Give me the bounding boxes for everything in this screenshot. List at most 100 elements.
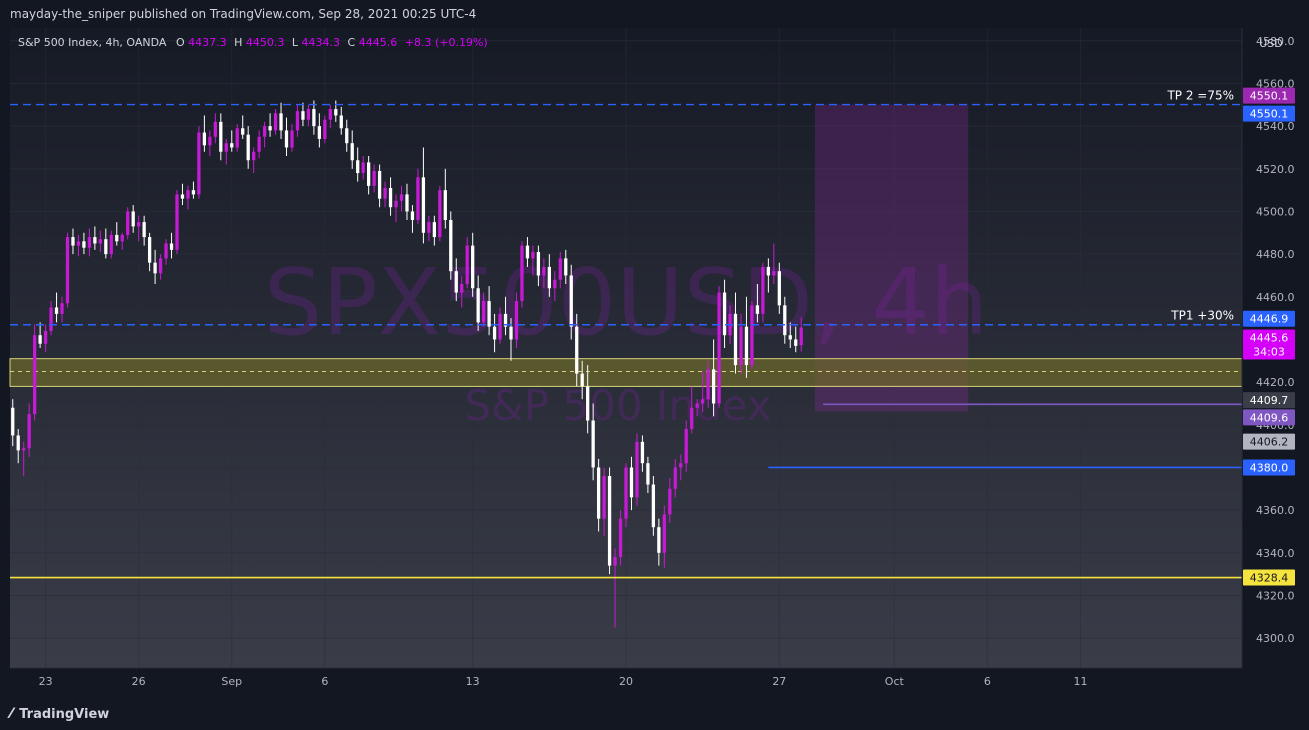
candle-body [750,305,754,366]
candle-body [197,132,201,195]
candle-body [367,162,371,186]
candle-body [432,222,436,238]
x-tick-label: Oct [885,675,905,688]
candle-body [711,369,716,404]
candle-body [334,109,338,116]
candle-body [591,420,595,468]
tradingview-logo[interactable]: ⁄⁄ TradingView [10,706,109,722]
x-tick-label: 6 [321,675,328,688]
candle-body [180,194,185,199]
candle-body [766,266,771,276]
candle-body [684,429,688,464]
candle-body [569,275,573,327]
candle-body [405,194,409,212]
candle-body [662,514,666,553]
candle-body [443,190,447,220]
price-tag-label: 4328.4 [1250,572,1289,585]
price-tag-label: 34:03 [1253,346,1285,359]
candle-body [350,143,354,161]
candle-body [449,220,453,272]
candle-body [783,305,787,336]
candle-body [388,188,393,208]
watermark-sub: S&P 500 Index [464,381,771,430]
candle-body [82,241,86,248]
x-tick-label: 20 [619,675,633,688]
legend-open-label: O [176,36,185,49]
candle-body [460,284,464,293]
candle-body [202,132,207,146]
candle-body [695,403,699,408]
candle-body [481,301,486,323]
legend-low-label: L [292,36,299,49]
x-tick-label: Sep [221,675,242,688]
candle-body [772,271,776,276]
candle-body [241,128,245,135]
candle-body [87,237,92,248]
legend-high-label: H [234,36,242,49]
candle-body [49,307,53,331]
candle-body [71,237,75,246]
candle-body [629,467,634,498]
candle-body [279,113,283,131]
price-tag-label: 4446.9 [1250,313,1289,326]
candle-body [799,327,803,346]
candle-body [356,160,360,174]
candle-body [476,288,480,323]
candle-body [213,121,217,137]
candle-body [487,301,491,327]
candle-body [230,143,234,148]
candle-body [186,190,190,199]
candle-body [323,119,327,139]
candle-body [421,177,426,233]
candle-body [109,234,113,255]
candle-body [252,151,256,161]
candle-body [657,527,661,553]
candle-body [306,109,311,120]
candle-body [761,266,765,314]
y-tick-label: 4460.0 [1256,291,1295,304]
candle-body [191,190,196,195]
candle-body [16,435,20,451]
candle-body [777,271,781,306]
candle-body [312,109,316,127]
y-tick-label: 4420.0 [1256,376,1295,389]
legend-close-label: C [348,36,356,49]
y-tick-label: 4480.0 [1256,248,1295,261]
candle-body [257,136,261,152]
candle-body [32,335,37,415]
candle-body [377,170,382,199]
candle-body [520,245,524,302]
price-tag-label: 4380.0 [1250,461,1289,474]
candle-body [169,243,174,250]
candle-body [547,266,551,289]
candle-body [744,326,749,366]
x-tick-label: 26 [132,675,146,688]
candle-body [509,326,513,340]
y-tick-label: 4500.0 [1256,205,1295,218]
candle-body [246,134,250,161]
candle-body [564,258,568,276]
candle-body [137,222,141,227]
x-tick-label: 23 [39,675,53,688]
candle-body [739,326,743,366]
legend-low: 4434.3 [302,36,341,49]
candle-body [618,518,623,558]
candle-body [339,115,343,129]
candle-body [361,162,365,174]
candle-body [525,245,530,259]
candle-body [673,467,677,489]
price-tag-label: 4445.6 [1250,332,1289,345]
candle-body [38,335,42,344]
candle-body [235,128,239,148]
candle-body [93,237,97,244]
candle-body [438,190,442,238]
candle-body [262,126,267,137]
candle-body [65,237,70,304]
candle-body [410,211,415,220]
y-tick-label: 4360.0 [1256,504,1295,517]
candle-body [690,407,694,430]
candle-body [219,121,223,152]
price-chart[interactable]: SPX500USD, 4h S&P 500 Index TP 2 =75%TP1… [0,0,1309,700]
tradingview-brand: TradingView [19,707,110,722]
candle-body [295,111,300,131]
